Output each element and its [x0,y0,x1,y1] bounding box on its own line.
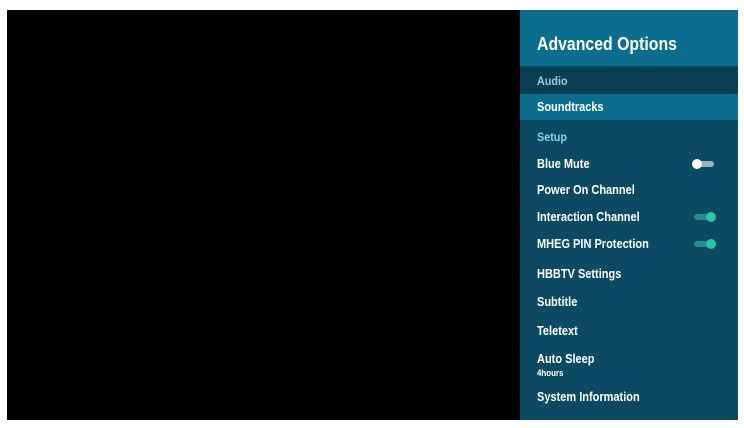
menu-item-label: MHEG PIN Protection [537,237,649,251]
menu-item-power-on-channel[interactable]: Power On Channel [520,177,738,203]
panel-title: Advanced Options [537,34,677,54]
menu-item-auto-sleep[interactable]: Auto Sleep 4hours [520,345,738,379]
tv-screen: Advanced Options Audio Soundtracks Setup… [7,10,738,420]
section-label-setup: Setup [537,130,568,144]
video-preview-area [7,10,520,420]
menu-item-teletext[interactable]: Teletext [520,318,738,344]
toggle-knob [706,212,716,222]
menu-item-subtitle[interactable]: Subtitle [520,289,738,315]
menu-item-label: Interaction Channel [537,210,640,224]
blue-mute-toggle[interactable] [692,159,716,169]
menu-item-label: Auto Sleep [537,352,595,366]
interaction-channel-toggle[interactable] [692,212,716,222]
advanced-options-panel: Advanced Options Audio Soundtracks Setup… [520,10,738,420]
menu-item-label: Soundtracks [537,100,604,114]
auto-sleep-value: 4hours [537,368,564,378]
toggle-knob [706,239,716,249]
menu-item-interaction-channel[interactable]: Interaction Channel [520,204,738,230]
menu-item-system-information[interactable]: System Information [520,384,738,410]
section-header-setup: Setup [520,124,738,150]
menu-item-label: Subtitle [537,295,578,309]
section-label-audio: Audio [537,74,568,88]
menu-item-hbbtv-settings[interactable]: HBBTV Settings [520,261,738,287]
menu-item-soundtracks[interactable]: Soundtracks [520,94,738,120]
menu-item-label: Power On Channel [537,183,635,197]
menu-item-label: Blue Mute [537,157,590,171]
menu-item-label: HBBTV Settings [537,267,622,281]
panel-header: Advanced Options [520,10,738,66]
menu-item-blue-mute[interactable]: Blue Mute [520,151,738,177]
menu-item-label: System Information [537,390,640,404]
menu-item-label: Teletext [537,324,578,338]
mheg-pin-protection-toggle[interactable] [692,239,716,249]
menu-item-mheg-pin-protection[interactable]: MHEG PIN Protection [520,231,738,257]
section-header-audio: Audio [520,68,738,94]
toggle-knob [692,159,702,169]
